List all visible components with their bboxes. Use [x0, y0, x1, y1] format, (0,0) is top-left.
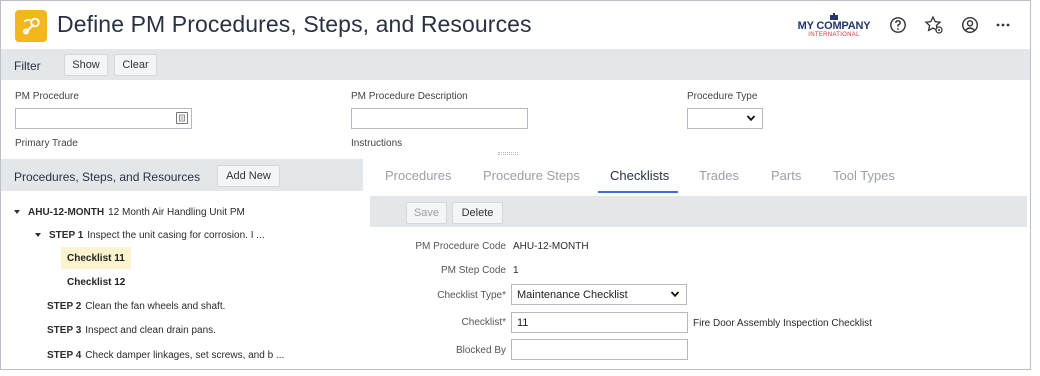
procedure-type-label: Procedure Type: [687, 91, 758, 102]
clear-button[interactable]: Clear: [114, 54, 157, 76]
tree-step-node[interactable]: STEP 3 Inspect and clean drain pans.: [47, 323, 216, 337]
delete-button[interactable]: Delete: [452, 202, 503, 224]
filter-bar: Filter Show Clear: [1, 49, 1030, 80]
pm-procedure-label: PM Procedure: [15, 91, 79, 102]
filter-label: Filter: [14, 59, 41, 73]
tree-step-node[interactable]: STEP 1 Inspect the unit casing for corro…: [35, 228, 265, 242]
tab-trades[interactable]: Trades: [699, 168, 739, 183]
checklist-input[interactable]: [511, 312, 688, 333]
tab-procedure-steps[interactable]: Procedure Steps: [483, 168, 580, 183]
tab-parts[interactable]: Parts: [771, 168, 801, 183]
checklist-type-label: Checklist Type*: [437, 290, 506, 301]
pm-procedure-input[interactable]: [15, 108, 192, 129]
primary-trade-label: Primary Trade: [15, 138, 78, 149]
caret-down-icon[interactable]: [14, 210, 20, 214]
tree-checklist-item[interactable]: Checklist 11: [61, 247, 131, 269]
add-new-button[interactable]: Add New: [217, 165, 280, 187]
save-button[interactable]: Save: [406, 202, 447, 224]
caret-down-icon[interactable]: [35, 233, 41, 237]
tree-panel-header: Procedures, Steps, and Resources Add New: [1, 159, 363, 191]
instructions-label: Instructions: [351, 138, 403, 149]
app-window: Define PM Procedures, Steps, and Resourc…: [0, 0, 1031, 370]
pm-procedure-code-value: AHU-12-MONTH: [513, 241, 589, 252]
pm-step-code-value: 1: [513, 265, 519, 276]
wrench-icon: [15, 10, 47, 42]
pm-procedure-description-input[interactable]: [351, 108, 528, 129]
user-icon[interactable]: [959, 14, 981, 36]
page-header: Define PM Procedures, Steps, and Resourc…: [1, 1, 1030, 49]
tree-step-node[interactable]: STEP 2 Clean the fan wheels and shaft.: [47, 299, 225, 313]
help-icon[interactable]: [887, 14, 909, 36]
pm-procedure-code-label: PM Procedure Code: [415, 241, 506, 252]
tree-procedure-node[interactable]: AHU-12-MONTH 12 Month Air Handling Unit …: [14, 205, 245, 219]
more-icon[interactable]: [992, 14, 1014, 36]
tab-checklists[interactable]: Checklists: [610, 168, 669, 183]
checklist-label: Checklist*: [461, 317, 506, 328]
pm-step-code-label: PM Step Code: [440, 265, 506, 276]
pm-procedure-description-label: PM Procedure Description: [351, 91, 468, 102]
tree-panel-title: Procedures, Steps, and Resources: [14, 170, 201, 184]
checklist-type-select[interactable]: Maintenance Checklist: [511, 284, 687, 305]
chevron-down-icon: [670, 291, 680, 298]
tree-step-node[interactable]: STEP 4 Check damper linkages, set screws…: [47, 348, 284, 362]
tab-tool-types[interactable]: Tool Types: [833, 168, 895, 183]
favorites-settings-icon[interactable]: [923, 14, 945, 36]
show-button[interactable]: Show: [64, 54, 108, 76]
form-toolbar: Save Delete: [370, 196, 1027, 227]
tab-procedures[interactable]: Procedures: [385, 168, 451, 183]
lookup-icon[interactable]: [176, 112, 188, 124]
active-tab-indicator: [598, 191, 678, 193]
chevron-down-icon: [746, 115, 756, 122]
checklist-description: Fire Door Assembly Inspection Checklist: [693, 318, 872, 329]
blocked-by-label: Blocked By: [455, 345, 506, 356]
procedure-type-select[interactable]: [687, 108, 763, 129]
panel-resize-handle[interactable]: [498, 152, 518, 155]
company-logo: MY COMPANY INTERNATIONAL: [794, 13, 874, 39]
blocked-by-input[interactable]: [511, 339, 688, 360]
page-title: Define PM Procedures, Steps, and Resourc…: [57, 11, 532, 37]
tree-checklist-item[interactable]: Checklist 12: [61, 271, 131, 293]
